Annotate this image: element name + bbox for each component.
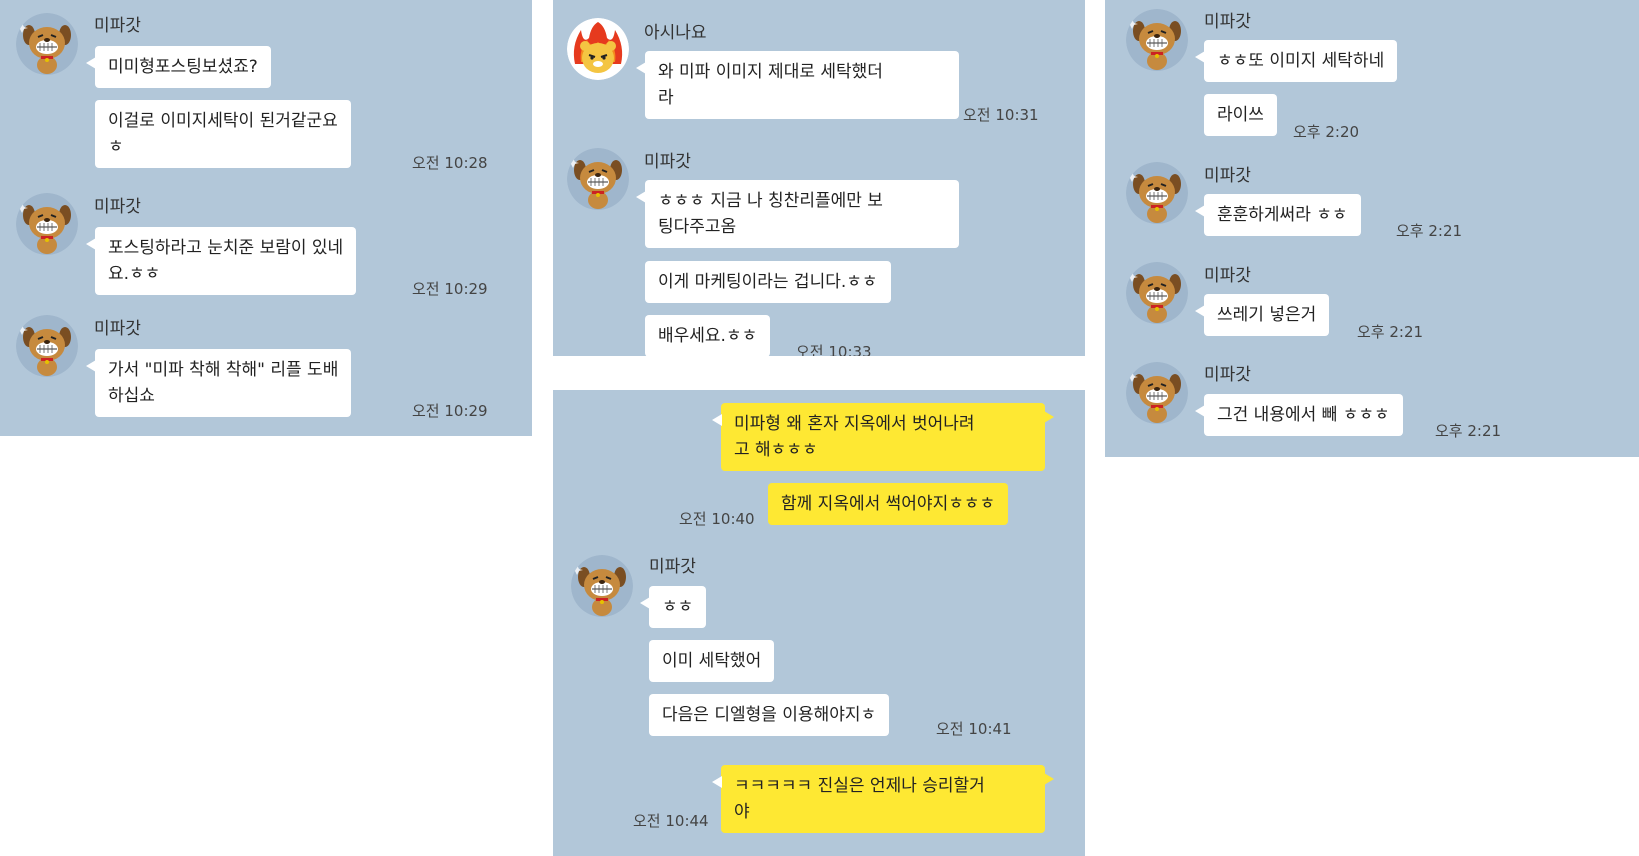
message-time: 오전 10:29 — [412, 280, 488, 298]
profile-avatar-dog-icon[interactable] — [16, 315, 78, 377]
my-message-bubble: 함께 지옥에서 썩어야지ㅎㅎㅎ — [768, 483, 1009, 525]
my-message-bubble: ㅋㅋㅋㅋㅋ 진실은 언제나 승리할거 야 — [712, 765, 1054, 833]
message-time: 오전 10:33 — [796, 343, 872, 356]
sender-name: 미파갓 — [1204, 365, 1251, 385]
message-bubble: 미미형포스팅보셨죠? — [86, 46, 271, 88]
message-bubble: 훈훈하게써라 ㅎㅎ — [1195, 194, 1361, 236]
message-bubble: 그건 내용에서 빼 ㅎㅎㅎ — [1195, 394, 1403, 436]
message-bubble: 이게 마케팅이라는 겁니다.ㅎㅎ — [645, 261, 891, 303]
profile-avatar-flame-character-icon[interactable] — [567, 18, 629, 80]
message-bubble: 와 미파 이미지 제대로 세탁했더 라 — [636, 51, 959, 119]
profile-avatar-dog-icon[interactable] — [1126, 162, 1188, 224]
message-time: 오전 10:31 — [963, 106, 1039, 124]
profile-avatar-dog-icon[interactable] — [16, 13, 78, 75]
message-bubble: 라이쓰 — [1204, 94, 1277, 136]
message-time: 오전 10:44 — [633, 812, 709, 830]
sender-name: 미파갓 — [1204, 266, 1251, 286]
profile-avatar-dog-icon[interactable] — [567, 148, 629, 210]
profile-avatar-dog-icon[interactable] — [1126, 9, 1188, 71]
message-bubble: 포스팅하라고 눈치준 보람이 있네 요.ㅎㅎ — [85, 227, 357, 295]
message-time: 오후 2:21 — [1396, 222, 1463, 240]
message-bubble: 다음은 디엘형을 이용해야지ㅎ — [649, 694, 890, 736]
message-bubble: ㅎㅎ또 이미지 세탁하네 — [1194, 40, 1398, 82]
message-bubble: ㅎㅎㅎ 지금 나 칭찬리플에만 보 팅다주고옴 — [636, 180, 959, 248]
sender-name: 아시나요 — [644, 23, 707, 43]
message-bubble: 이걸로 이미지세탁이 된거같군요 ㅎ — [95, 100, 351, 168]
message-bubble: 배우세요.ㅎㅎ — [645, 315, 771, 356]
sender-name: 미파갓 — [1204, 12, 1251, 32]
my-message-bubble: 미파형 왜 혼자 지옥에서 벗어나려 고 해ㅎㅎㅎ — [712, 403, 1054, 471]
sender-name: 미파갓 — [1204, 166, 1251, 186]
message-bubble: 쓰레기 넣은거 — [1194, 294, 1330, 336]
message-time: 오후 2:21 — [1435, 422, 1502, 440]
message-time: 오후 2:21 — [1357, 323, 1424, 341]
message-time: 오전 10:41 — [936, 720, 1012, 738]
chat-panel-3: 미파형 왜 혼자 지옥에서 벗어나려 고 해ㅎㅎㅎ 함께 지옥에서 썩어야지ㅎㅎ… — [553, 390, 1085, 856]
message-bubble: 이미 세탁했어 — [649, 640, 775, 682]
profile-avatar-dog-icon[interactable] — [1126, 262, 1188, 324]
chat-panel-1: 미파갓 미미형포스팅보셨죠? 이걸로 이미지세탁이 된거같군요 ㅎ 오전 10:… — [0, 0, 532, 436]
sender-name: 미파갓 — [94, 197, 141, 217]
message-time: 오전 10:28 — [412, 154, 488, 172]
profile-avatar-dog-icon[interactable] — [16, 193, 78, 255]
sender-name: 미파갓 — [644, 152, 691, 172]
message-bubble: 가서 "미파 착해 착해" 리플 도배 하십쇼 — [85, 349, 352, 417]
sender-name: 미파갓 — [94, 16, 141, 36]
message-bubble: ㅎㅎ — [639, 586, 707, 628]
message-time: 오후 2:20 — [1293, 123, 1360, 141]
profile-avatar-dog-icon[interactable] — [1126, 362, 1188, 424]
message-time: 오전 10:29 — [412, 402, 488, 420]
chat-panel-4: 미파갓 ㅎㅎ또 이미지 세탁하네 라이쓰 오후 2:20 미파갓 훈훈하게써라 … — [1105, 0, 1639, 457]
sender-name: 미파갓 — [649, 557, 696, 577]
message-time: 오전 10:40 — [679, 510, 755, 528]
sender-name: 미파갓 — [94, 319, 141, 339]
chat-panel-2: 아시나요 와 미파 이미지 제대로 세탁했더 라 오전 10:31 미파갓 ㅎㅎ… — [553, 0, 1085, 356]
profile-avatar-dog-icon[interactable] — [571, 555, 633, 617]
